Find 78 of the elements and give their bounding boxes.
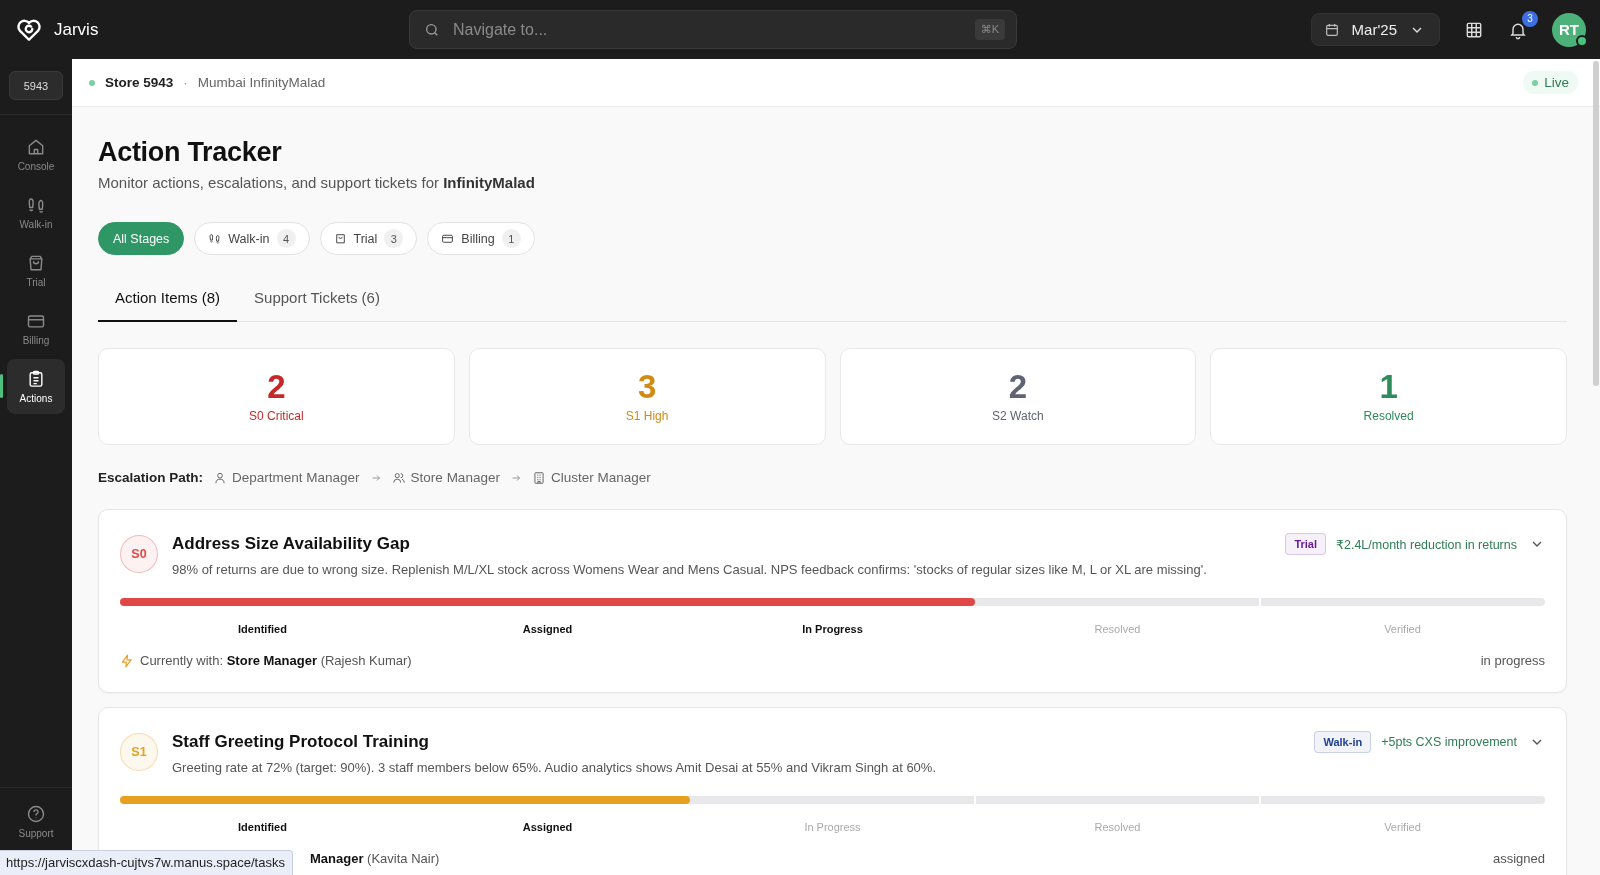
action-title: Address Size Availability Gap xyxy=(172,534,410,554)
person-icon xyxy=(213,470,228,485)
category-tag: Trial xyxy=(1285,533,1326,555)
stage-label: Verified xyxy=(1384,623,1421,635)
stage-label: Assigned xyxy=(522,821,573,833)
sidebar-item[interactable]: Trial xyxy=(7,243,65,298)
stat-label: S0 Critical xyxy=(249,409,304,423)
stat-value: 1 xyxy=(1379,370,1398,403)
stage-label: Identified xyxy=(238,821,287,833)
people-icon xyxy=(391,470,406,485)
severity-badge: S1 xyxy=(120,733,158,771)
owner-text: Currently with: Store Manager (Rajesh Kumar) xyxy=(140,653,412,668)
help-icon xyxy=(26,804,46,824)
shortcut-hint: ⌘K xyxy=(974,19,1005,40)
status-text: in progress xyxy=(1480,653,1545,668)
filter-chip[interactable]: All Stages xyxy=(98,222,185,255)
stat-label: S1 High xyxy=(625,409,669,423)
live-badge: Live xyxy=(1523,71,1578,94)
filter-count: 1 xyxy=(501,229,521,248)
escalation-step: Department Manager xyxy=(232,470,360,485)
building-icon xyxy=(531,470,546,485)
stage-label: In Progress xyxy=(804,821,861,833)
footprints-icon xyxy=(208,232,222,245)
store-location: Mumbai InfinityMalad xyxy=(197,75,326,90)
stat-label: Resolved xyxy=(1363,409,1414,423)
filter-chip[interactable]: Billing 1 xyxy=(427,222,535,255)
stat-label: S2 Watch xyxy=(992,409,1044,423)
owner-text: Manager (Kavita Nair) xyxy=(310,851,440,866)
credit-card-icon xyxy=(441,232,455,245)
calendar-icon xyxy=(1323,21,1340,38)
escalation-label: Escalation Path: xyxy=(98,470,204,485)
app-name: Jarvis xyxy=(54,19,99,40)
escalation-step: Cluster Manager xyxy=(550,470,651,485)
footprints-icon xyxy=(26,195,46,215)
escalation-step: Store Manager xyxy=(410,470,500,485)
period-selector[interactable]: Mar'25 xyxy=(1310,13,1440,46)
stage-label: Assigned xyxy=(522,623,573,635)
impact-text: ₹2.4L/month reduction in returns xyxy=(1336,536,1517,552)
action-title: Staff Greeting Protocol Training xyxy=(172,732,429,752)
sidebar-item[interactable]: Billing xyxy=(7,301,65,356)
notification-count: 3 xyxy=(1522,10,1538,27)
store-code[interactable]: 5943 xyxy=(9,71,63,100)
impact-text: +5pts CXS improvement xyxy=(1381,735,1517,749)
separator-dot: · xyxy=(183,75,188,90)
status-text: assigned xyxy=(1492,851,1545,866)
filter-chip[interactable]: Walk-in 4 xyxy=(194,222,310,255)
sidebar-item[interactable]: Walk-in xyxy=(7,185,65,240)
stage-label: Resolved xyxy=(1094,821,1141,833)
active-indicator xyxy=(0,374,3,398)
search-icon xyxy=(424,22,440,38)
tab[interactable]: Action Items (8) xyxy=(98,276,238,322)
store-name: Store 5943 xyxy=(105,75,174,90)
lightning-icon xyxy=(120,653,134,668)
clipboard-icon xyxy=(26,369,46,389)
page-title: Action Tracker xyxy=(98,137,283,168)
stage-label: Identified xyxy=(238,623,287,635)
action-description: Greeting rate at 72% (target: 90%). 3 staff members below 65%. Audio analytics shows Amit Desai at 55% and Vikram Singh at 60%. xyxy=(172,760,938,775)
category-tag: Walk-in xyxy=(1314,731,1372,753)
link-url-tooltip: https://jarviscxdash-cujtvs7w.manus.space/tasks xyxy=(0,850,293,875)
stat-value: 2 xyxy=(267,370,286,403)
action-description: 98% of returns are due to wrong size. Replenish M/L/XL stock across Womens Wear and Mens Casual. NPS feedback confirms: 'stocks of regular sizes like M, L or XL are missing'. xyxy=(172,562,1208,577)
page-subtitle: Monitor actions, escalations, and support tickets for InfinityMalad xyxy=(98,174,536,191)
tab[interactable]: Support Tickets (6) xyxy=(237,276,397,322)
filter-chip[interactable]: Trial 3 xyxy=(319,222,418,255)
sidebar-item[interactable]: Console xyxy=(7,127,65,182)
filter-count: 3 xyxy=(384,229,404,248)
scrollbar[interactable] xyxy=(1593,61,1599,386)
stage-label: In Progress xyxy=(802,623,863,635)
severity-badge: S0 xyxy=(120,535,158,573)
stage-label: Resolved xyxy=(1094,623,1141,635)
support-nav-item[interactable]: Support xyxy=(7,794,65,849)
filter-count: 4 xyxy=(276,229,296,248)
stat-value: 3 xyxy=(637,370,657,403)
shopping-bag-icon xyxy=(333,232,347,245)
status-dot xyxy=(89,79,95,86)
stat-value: 2 xyxy=(1008,370,1028,403)
home-icon xyxy=(26,137,46,157)
stage-label: Verified xyxy=(1384,821,1421,833)
